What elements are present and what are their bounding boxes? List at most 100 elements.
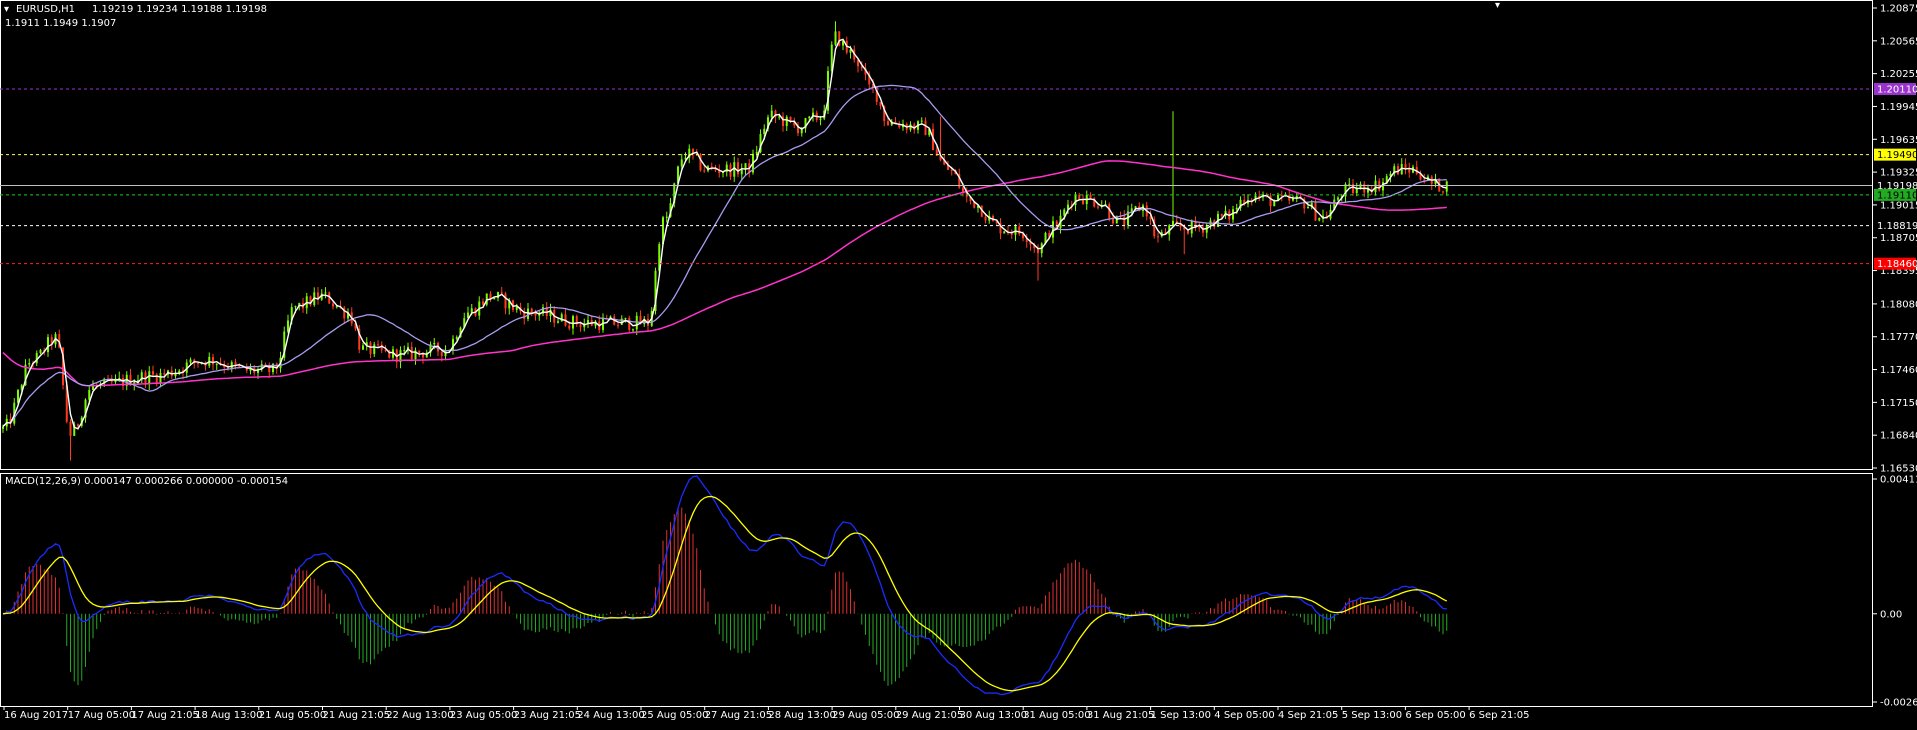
candle-body bbox=[470, 308, 473, 313]
time-axis-label: 17 Aug 21:05 bbox=[131, 710, 198, 721]
chart-background bbox=[0, 0, 1917, 730]
candle-body bbox=[1273, 200, 1276, 207]
candle-body bbox=[924, 120, 927, 136]
time-axis-label: 6 Sep 21:05 bbox=[1469, 710, 1529, 721]
time-axis-label: 23 Aug 05:00 bbox=[450, 710, 517, 721]
macd-axis-label: 0.00 bbox=[1880, 609, 1902, 620]
candle-body bbox=[628, 317, 631, 330]
candle-body bbox=[1130, 208, 1133, 212]
price-axis-label: 1.19945 bbox=[1880, 102, 1917, 113]
candle-body bbox=[504, 293, 507, 309]
time-axis-label: 4 Sep 05:00 bbox=[1214, 710, 1274, 721]
candle-body bbox=[1374, 180, 1377, 193]
time-axis-label: 6 Sep 05:00 bbox=[1405, 710, 1465, 721]
candle-body bbox=[28, 363, 31, 365]
time-axis-label: 27 Aug 21:05 bbox=[705, 710, 772, 721]
candle-body bbox=[69, 421, 72, 436]
candle-body bbox=[482, 301, 484, 305]
candle-body bbox=[737, 162, 739, 175]
time-axis-label: 16 Aug 2017 bbox=[4, 710, 68, 721]
time-axis-label: 29 Aug 05:00 bbox=[832, 710, 899, 721]
candle-body bbox=[808, 116, 811, 119]
candle-body bbox=[1269, 195, 1272, 207]
candle-body bbox=[515, 306, 518, 310]
candle-body bbox=[335, 306, 338, 308]
price-level-label: 1.20110 bbox=[1877, 84, 1917, 95]
candle-body bbox=[1018, 226, 1021, 235]
candle-body bbox=[1382, 182, 1384, 191]
dropdown-arrow-icon[interactable]: ▾ bbox=[4, 4, 9, 15]
candle-body bbox=[1280, 194, 1283, 197]
candle-body bbox=[733, 162, 736, 177]
candle-body bbox=[189, 359, 192, 363]
candle-body bbox=[1442, 191, 1444, 193]
candle-body bbox=[770, 110, 773, 118]
candle-body bbox=[152, 371, 154, 375]
candle-body bbox=[755, 151, 758, 154]
candle-body bbox=[1220, 213, 1223, 216]
candle-body bbox=[1318, 217, 1321, 221]
candle-body bbox=[530, 308, 533, 313]
price-level-label: 1.18819 bbox=[1877, 221, 1917, 232]
price-axis-label: 1.16840 bbox=[1880, 431, 1917, 442]
candle-body bbox=[680, 159, 683, 167]
price-pane[interactable] bbox=[0, 0, 1917, 730]
candle-body bbox=[834, 31, 837, 45]
candle-body bbox=[1307, 206, 1309, 209]
candle-body bbox=[703, 170, 706, 172]
time-axis-label: 30 Aug 13:00 bbox=[960, 710, 1027, 721]
candle-body bbox=[1172, 220, 1174, 226]
time-axis-label: 28 Aug 13:00 bbox=[768, 710, 835, 721]
time-axis-label: 5 Sep 13:00 bbox=[1342, 710, 1402, 721]
candle-body bbox=[624, 317, 627, 319]
shift-marker-icon[interactable]: ▾ bbox=[1495, 0, 1500, 11]
candle-body bbox=[1198, 227, 1201, 229]
time-axis-label: 25 Aug 05:00 bbox=[641, 710, 708, 721]
candle-body bbox=[1123, 216, 1126, 226]
candle-body bbox=[373, 344, 376, 354]
candle-body bbox=[47, 337, 49, 353]
candle-body bbox=[403, 350, 406, 352]
candle-body bbox=[418, 350, 421, 353]
candle-body bbox=[324, 292, 327, 294]
candle-body bbox=[493, 297, 496, 300]
candle-body bbox=[410, 346, 413, 360]
time-axis-label: 18 Aug 13:00 bbox=[195, 710, 262, 721]
time-axis-label: 4 Sep 21:05 bbox=[1278, 710, 1338, 721]
candle-body bbox=[527, 308, 529, 319]
candle-body bbox=[2, 426, 4, 429]
price-axis-label: 1.18080 bbox=[1880, 299, 1917, 310]
candle-body bbox=[819, 118, 822, 120]
candle-body bbox=[369, 342, 372, 354]
price-axis-label: 1.18705 bbox=[1880, 233, 1917, 244]
candle-body bbox=[1078, 194, 1081, 200]
candle-body bbox=[455, 337, 458, 339]
candle-body bbox=[1423, 179, 1426, 181]
price-axis-label: 1.17460 bbox=[1880, 365, 1917, 376]
candle-body bbox=[212, 356, 214, 365]
price-axis-label: 1.17150 bbox=[1880, 398, 1917, 409]
candle-body bbox=[332, 303, 334, 307]
macd-axis-label: -0.00269 bbox=[1880, 698, 1917, 709]
candle-body bbox=[665, 216, 668, 218]
time-axis-label: 29 Aug 21:05 bbox=[896, 710, 963, 721]
candle-body bbox=[39, 349, 42, 354]
candle-body bbox=[215, 363, 218, 365]
candle-body bbox=[433, 342, 436, 345]
candle-body bbox=[1157, 236, 1159, 238]
candle-body bbox=[557, 321, 559, 323]
price-axis-label: 1.19635 bbox=[1880, 135, 1917, 146]
candle-body bbox=[500, 292, 503, 294]
candle-body bbox=[377, 344, 379, 346]
symbol-label: EURUSD,H1 bbox=[16, 4, 75, 15]
time-axis-label: 31 Aug 05:00 bbox=[1023, 710, 1090, 721]
price-axis-label: 1.20875 bbox=[1880, 4, 1917, 15]
trading-chart[interactable]: ▾ EURUSD,H1 1.19219 1.19234 1.19188 1.19… bbox=[0, 0, 1917, 730]
price-level-label: 1.19490 bbox=[1877, 150, 1917, 161]
candle-body bbox=[572, 316, 574, 329]
candle-body bbox=[1235, 207, 1238, 210]
candle-body bbox=[1052, 221, 1054, 238]
candle-body bbox=[1089, 194, 1092, 199]
time-axis-label: 21 Aug 05:00 bbox=[259, 710, 326, 721]
candle-body bbox=[1404, 164, 1407, 169]
